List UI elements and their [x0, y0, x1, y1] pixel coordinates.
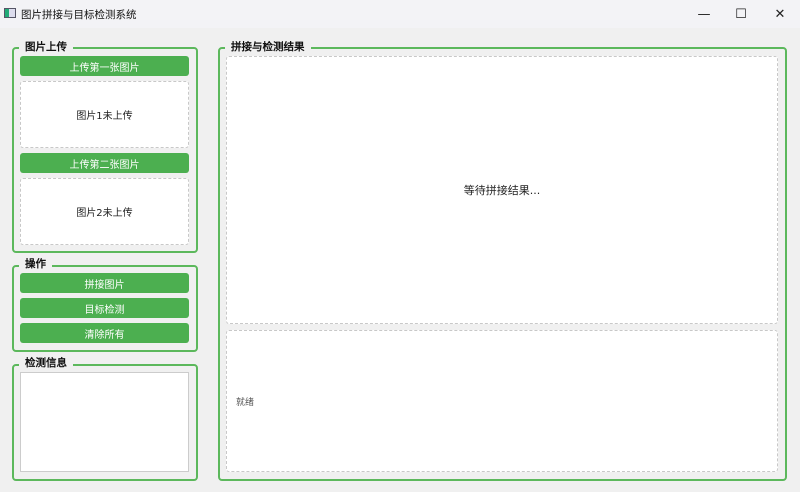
detection-info-textarea[interactable]	[20, 372, 189, 472]
close-button[interactable]: ✕	[762, 0, 798, 28]
minimize-button[interactable]: —	[686, 0, 722, 28]
detection-info-title: 检测信息	[19, 355, 73, 370]
result-group-title: 拼接与检测结果	[225, 39, 311, 54]
status-area: 就绪	[226, 330, 778, 472]
operations-group-title: 操作	[19, 256, 52, 271]
clear-all-button[interactable]: 清除所有	[20, 323, 189, 343]
maximize-button[interactable]: ☐	[723, 0, 759, 28]
result-image-area: 等待拼接结果...	[226, 56, 778, 324]
upload-first-image-button[interactable]: 上传第一张图片	[20, 56, 189, 76]
image1-preview: 图片1未上传	[20, 81, 189, 148]
upload-second-image-button[interactable]: 上传第二张图片	[20, 153, 189, 173]
stitch-button[interactable]: 拼接图片	[20, 273, 189, 293]
detect-button[interactable]: 目标检测	[20, 298, 189, 318]
app-icon	[4, 8, 16, 18]
upload-group-title: 图片上传	[19, 39, 73, 54]
window-title: 图片拼接与目标检测系统	[21, 9, 137, 21]
image2-preview: 图片2未上传	[20, 178, 189, 245]
